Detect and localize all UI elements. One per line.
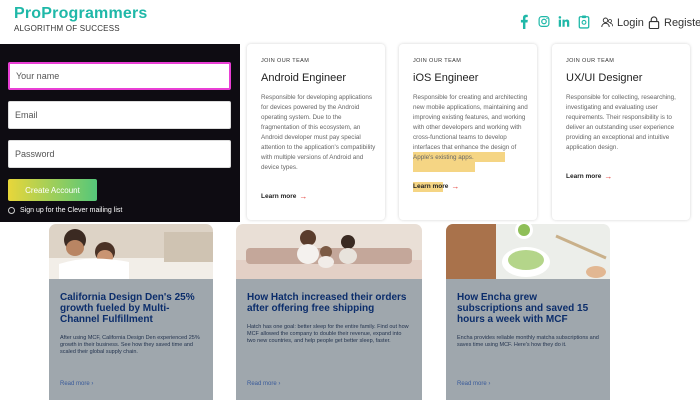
case-body: How Encha grew subscriptions and saved 1… — [446, 279, 610, 400]
instagram-icon[interactable] — [538, 13, 550, 29]
learn-more-link[interactable]: Learn more → — [413, 182, 459, 191]
case-description: Encha provides reliable monthly matcha s… — [457, 335, 599, 348]
site-header: ProProgrammers ALGORITHM OF SUCCESS Logi… — [0, 0, 700, 44]
matcha-photo — [446, 224, 610, 279]
learn-more-label: Learn more — [261, 193, 297, 200]
case-card-california[interactable]: California Design Den's 25% growth fuele… — [49, 224, 213, 400]
logo-name: ProProgrammers — [14, 5, 148, 22]
logo[interactable]: ProProgrammers ALGORITHM OF SUCCESS — [14, 5, 148, 33]
name-input[interactable] — [8, 62, 231, 90]
family-bed-photo — [49, 224, 213, 279]
case-title: How Hatch increased their orders after o… — [247, 292, 407, 314]
case-description: Hatch has one goal: better sleep for the… — [247, 324, 409, 344]
login-link[interactable]: Login — [601, 16, 644, 29]
learn-more-link[interactable]: Learn more → — [261, 192, 307, 201]
read-more-link[interactable]: Read more › — [247, 381, 280, 387]
learn-more-label: Learn more — [413, 183, 449, 190]
register-label: Register — [664, 16, 700, 29]
job-description: Responsible for developing applications … — [261, 94, 376, 171]
learn-more-link[interactable]: Learn more → — [566, 172, 612, 181]
facebook-icon[interactable] — [518, 13, 530, 29]
case-card-hatch[interactable]: How Hatch increased their orders after o… — [236, 224, 422, 400]
job-title: Android Engineer — [261, 72, 347, 84]
case-title: California Design Den's 25% growth fuele… — [60, 292, 195, 325]
job-description: Responsible for creating and architectin… — [413, 94, 528, 161]
arrow-right-icon: → — [299, 192, 308, 201]
create-account-button[interactable]: Create Account — [8, 179, 97, 201]
job-card-uxui: JOIN OUR TEAM UX/UI Designer Responsible… — [552, 44, 690, 220]
login-label: Login — [617, 16, 644, 29]
family-sofa-photo — [236, 224, 422, 279]
social-links — [518, 13, 590, 29]
arrow-right-icon: → — [604, 172, 613, 181]
case-title: How Encha grew subscriptions and saved 1… — [457, 292, 589, 325]
signup-form: Create Account Sign up for the Clever ma… — [0, 44, 240, 222]
users-icon — [601, 17, 613, 28]
job-title: iOS Engineer — [413, 72, 479, 84]
job-eyebrow: JOIN OUR TEAM — [413, 58, 462, 64]
read-more-link[interactable]: Read more › — [60, 381, 93, 387]
case-description: After using MCF, California Design Den e… — [60, 335, 200, 355]
read-more-link[interactable]: Read more › — [457, 381, 490, 387]
case-card-encha[interactable]: How Encha grew subscriptions and saved 1… — [446, 224, 610, 400]
clipboard-icon[interactable] — [578, 13, 590, 29]
learn-more-label: Learn more — [566, 173, 602, 180]
linkedin-icon[interactable] — [558, 13, 570, 29]
case-body: California Design Den's 25% growth fuele… — [49, 279, 213, 400]
text-highlight — [413, 162, 475, 172]
arrow-right-icon: → — [451, 182, 460, 191]
register-link[interactable]: Register — [648, 16, 700, 29]
logo-tagline: ALGORITHM OF SUCCESS — [14, 24, 120, 33]
job-description: Responsible for collecting, researching,… — [566, 94, 676, 151]
mailing-list-option[interactable]: Sign up for the Clever mailing list — [8, 207, 122, 214]
job-title: UX/UI Designer — [566, 72, 643, 84]
password-input[interactable] — [8, 140, 231, 168]
lock-icon — [648, 16, 660, 29]
job-eyebrow: JOIN OUR TEAM — [261, 58, 310, 64]
job-eyebrow: JOIN OUR TEAM — [566, 58, 615, 64]
job-card-ios: JOIN OUR TEAM iOS Engineer Responsible f… — [399, 44, 537, 220]
job-card-android: JOIN OUR TEAM Android Engineer Responsib… — [247, 44, 385, 220]
mailing-list-label: Sign up for the Clever mailing list — [20, 207, 123, 214]
email-input[interactable] — [8, 101, 231, 129]
case-body: How Hatch increased their orders after o… — [236, 279, 422, 400]
mailing-list-radio[interactable] — [8, 207, 15, 214]
